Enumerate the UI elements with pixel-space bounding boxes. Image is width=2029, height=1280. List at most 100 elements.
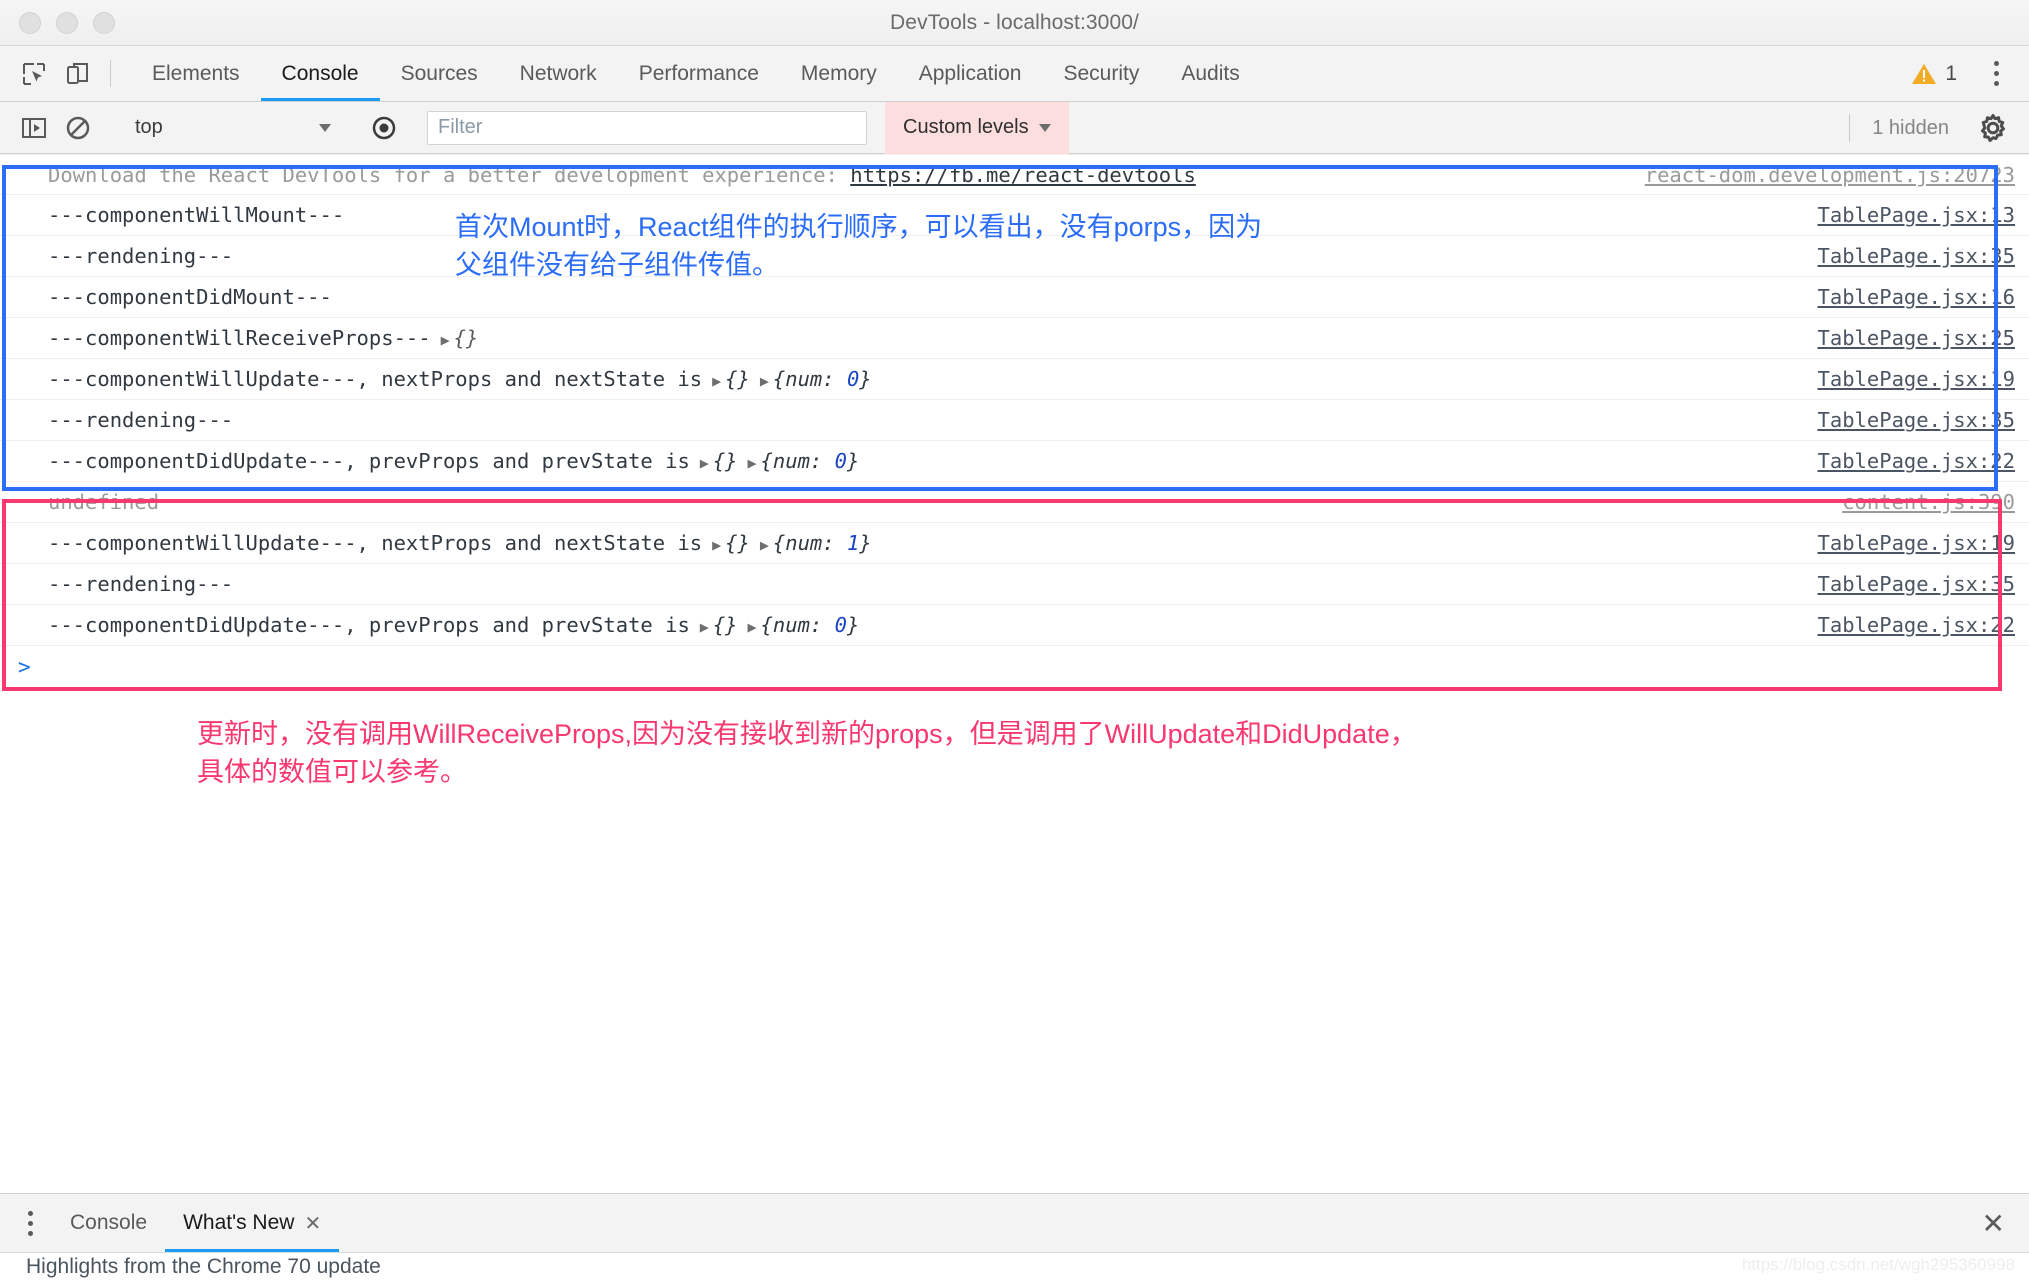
tab-label: Audits (1181, 61, 1240, 85)
object-expand-icon[interactable]: ▶ (712, 536, 721, 554)
log-row[interactable]: ---componentWillReceiveProps--- ▶{} Table… (0, 318, 2029, 359)
drawer-tab-whats-new[interactable]: What's New ✕ (165, 1194, 340, 1252)
object-expand-icon[interactable]: ▶ (748, 618, 757, 636)
execution-context-label: top (135, 116, 163, 138)
log-level-selector[interactable]: Custom levels (885, 101, 1069, 154)
console-toolbar-right: 1 hidden (1849, 113, 2029, 142)
tab-label: Security (1063, 61, 1140, 85)
log-source-link[interactable]: TablePage.jsx:35 (1818, 572, 2015, 596)
object-expand-icon[interactable]: ▶ (748, 454, 757, 472)
log-link[interactable]: https://fb.me/react-devtools (850, 163, 1196, 187)
tab-label: Sources (400, 61, 478, 85)
panel-tabs: Elements Console Sources Network Perform… (131, 46, 1261, 101)
log-source-link[interactable]: TablePage.jsx:25 (1818, 326, 2015, 350)
drawer-tab-console[interactable]: Console (52, 1194, 165, 1252)
log-source-link[interactable]: TablePage.jsx:16 (1818, 285, 2015, 309)
object-expand-icon[interactable]: ▶ (441, 331, 450, 349)
log-row[interactable]: ---componentDidUpdate---, prevProps and … (0, 441, 2029, 482)
log-text: ---componentDidUpdate---, prevProps and … (48, 449, 690, 473)
log-object-state[interactable]: {num: 0} (761, 613, 860, 637)
log-row[interactable]: ---componentWillUpdate---, nextProps and… (0, 523, 2029, 564)
drawer-tab-label: Console (70, 1211, 148, 1234)
log-message: ---componentDidMount--- (48, 285, 332, 309)
tabstrip-right-controls: 1 (1911, 46, 2029, 101)
object-expand-icon[interactable]: ▶ (760, 372, 769, 390)
execution-context-selector[interactable]: top (121, 111, 341, 145)
object-expand-icon[interactable]: ▶ (700, 454, 709, 472)
log-source-link[interactable]: TablePage.jsx:35 (1818, 408, 2015, 432)
log-source-link[interactable]: content.js:390 (1842, 490, 2015, 514)
log-source-link[interactable]: TablePage.jsx:35 (1818, 244, 2015, 268)
chevron-down-icon (1038, 123, 1051, 132)
log-message: ---rendening--- (48, 408, 234, 432)
live-expression-icon[interactable] (362, 115, 406, 141)
log-object[interactable]: {} (454, 326, 479, 350)
filter-input[interactable] (427, 110, 867, 145)
tab-label: Elements (152, 61, 240, 85)
log-source-link[interactable]: TablePage.jsx:13 (1818, 203, 2015, 227)
log-level-label: Custom levels (903, 116, 1029, 138)
log-text: ---componentDidUpdate---, prevProps and … (48, 613, 690, 637)
tab-application[interactable]: Application (898, 46, 1043, 101)
log-source-link[interactable]: TablePage.jsx:19 (1818, 531, 2015, 555)
drawer-menu-icon[interactable] (8, 1194, 52, 1252)
log-message: ---componentDidUpdate---, prevProps and … (48, 449, 859, 473)
inspect-element-icon[interactable] (12, 46, 56, 101)
tab-security[interactable]: Security (1042, 46, 1160, 101)
log-object-state[interactable]: {num: 1} (773, 531, 872, 555)
log-object[interactable]: {} (725, 531, 750, 555)
log-source-link[interactable]: TablePage.jsx:22 (1818, 613, 2015, 637)
log-row[interactable]: ---rendening--- TablePage.jsx:35 (0, 564, 2029, 605)
tab-sources[interactable]: Sources (380, 46, 499, 101)
tab-elements[interactable]: Elements (131, 46, 261, 101)
drawer-tabstrip: Console What's New ✕ ✕ (0, 1194, 2029, 1252)
tab-network[interactable]: Network (499, 46, 618, 101)
log-object-state[interactable]: {num: 0} (761, 449, 860, 473)
tab-memory[interactable]: Memory (780, 46, 898, 101)
log-row[interactable]: ---componentWillUpdate---, nextProps and… (0, 359, 2029, 400)
log-row[interactable]: Download the React DevTools for a better… (0, 154, 2029, 195)
log-source-link[interactable]: TablePage.jsx:22 (1818, 449, 2015, 473)
log-source-link[interactable]: react-dom.development.js:20723 (1645, 163, 2015, 187)
log-row[interactable]: undefined content.js:390 (0, 482, 2029, 523)
tab-audits[interactable]: Audits (1160, 46, 1260, 101)
log-source-link[interactable]: TablePage.jsx:19 (1818, 367, 2015, 391)
clear-console-icon[interactable] (56, 115, 100, 141)
log-message: ---componentWillReceiveProps--- ▶{} (48, 326, 478, 350)
log-object[interactable]: {} (713, 613, 738, 637)
log-object[interactable]: {} (713, 449, 738, 473)
gear-icon[interactable] (1971, 113, 2015, 142)
log-message: ---rendening--- (48, 244, 234, 268)
log-object[interactable]: {} (725, 367, 750, 391)
object-expand-icon[interactable]: ▶ (700, 618, 709, 636)
log-row[interactable]: ---rendening--- TablePage.jsx:35 (0, 400, 2029, 441)
whats-new-headline: Highlights from the Chrome 70 update (26, 1254, 381, 1278)
object-expand-icon[interactable]: ▶ (712, 372, 721, 390)
log-text: ---componentWillReceiveProps--- (48, 326, 431, 350)
log-message: ---componentWillMount--- (48, 203, 345, 227)
log-message: ---componentWillUpdate---, nextProps and… (48, 531, 872, 555)
log-text: Download the React DevTools for a better… (48, 162, 851, 187)
log-object-value: 0 (834, 449, 847, 473)
devtools-tabstrip: Elements Console Sources Network Perform… (0, 46, 2029, 102)
log-object-state[interactable]: {num: 0} (773, 367, 872, 391)
console-prompt[interactable]: > (0, 646, 2029, 687)
close-icon[interactable]: ✕ (304, 1211, 321, 1236)
log-message: Download the React DevTools for a better… (48, 163, 1196, 187)
devtools-main-menu-icon[interactable] (1978, 61, 2015, 86)
log-object-value: 0 (834, 613, 847, 637)
device-toolbar-icon[interactable] (56, 46, 100, 101)
object-expand-icon[interactable]: ▶ (760, 536, 769, 554)
drawer-close-icon[interactable]: ✕ (1958, 1194, 2029, 1252)
tab-console[interactable]: Console (260, 46, 380, 101)
console-message-list[interactable]: Download the React DevTools for a better… (0, 154, 2029, 1193)
warning-indicator[interactable]: 1 (1911, 62, 1957, 86)
window-titlebar: DevTools - localhost:3000/ (0, 0, 2029, 46)
log-row[interactable]: ---componentDidUpdate---, prevProps and … (0, 605, 2029, 646)
tab-performance[interactable]: Performance (618, 46, 780, 101)
log-text: ---componentWillUpdate---, nextProps and… (48, 367, 703, 391)
console-sidebar-icon[interactable] (12, 116, 56, 140)
tab-label: Performance (638, 61, 759, 85)
log-object-value: 1 (846, 531, 860, 555)
log-message: ---componentDidUpdate---, prevProps and … (48, 613, 859, 637)
